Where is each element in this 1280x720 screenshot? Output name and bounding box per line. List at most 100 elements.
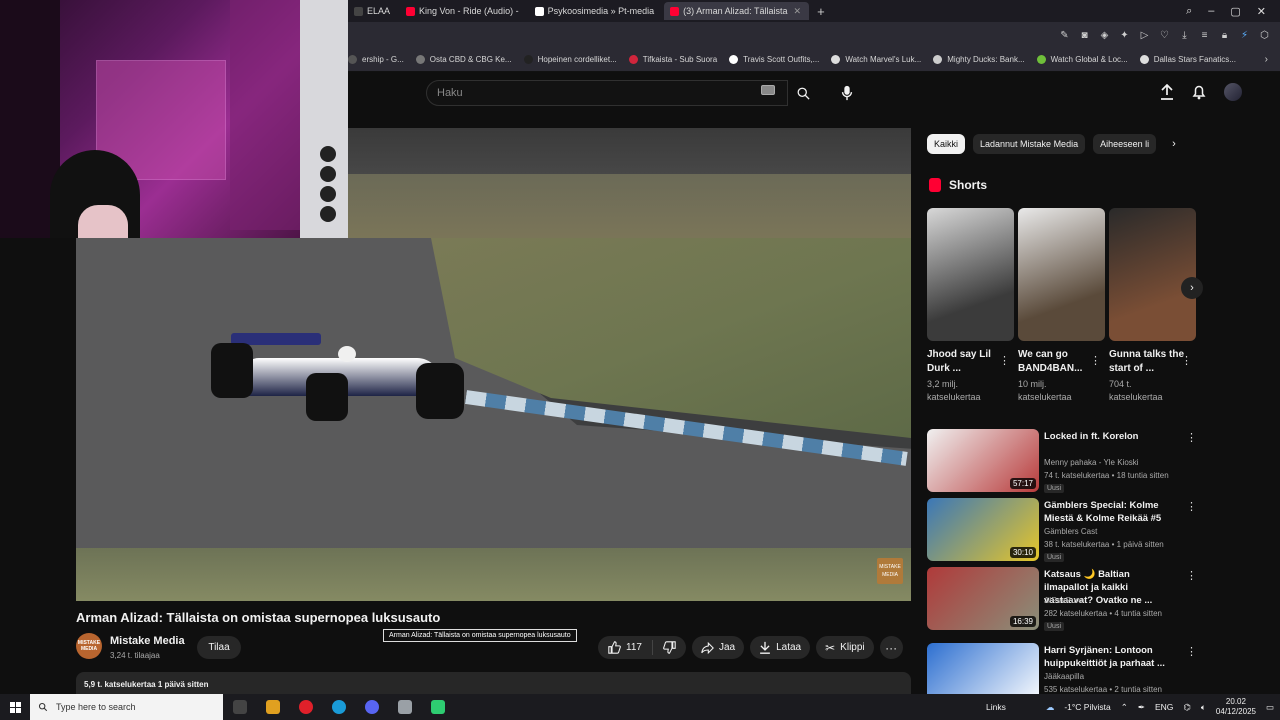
taskbar-search[interactable]: Type here to search: [30, 694, 223, 720]
upload-icon[interactable]: [1160, 84, 1174, 100]
language-indicator[interactable]: ENG: [1155, 702, 1173, 712]
bookmark-item[interactable]: Tifkaista - Sub Suora: [628, 55, 717, 64]
video-thumbnail[interactable]: 57:17: [927, 429, 1039, 492]
short-more-icon[interactable]: ⋮: [1181, 354, 1192, 367]
chips-next-icon[interactable]: ›: [1172, 138, 1176, 150]
taskbar-app-task-view[interactable]: [223, 694, 256, 720]
close-tab-icon[interactable]: ✕: [794, 6, 802, 17]
lock-icon[interactable]: 🔒︎: [1219, 30, 1230, 41]
channel-watermark[interactable]: MISTAKE MEDIA: [877, 558, 903, 584]
short-thumbnail[interactable]: [927, 208, 1014, 341]
channel-name[interactable]: Jääkaapilla: [1044, 672, 1084, 681]
close-window-icon[interactable]: ✕: [1257, 5, 1266, 18]
filter-chip[interactable]: Aiheeseen li: [1093, 134, 1157, 154]
volume-icon[interactable]: 🔈︎: [1201, 702, 1206, 713]
more-actions-button[interactable]: ···: [879, 636, 903, 659]
recommended-video[interactable]: 16:39 Katsaus 🌙 Baltian ilmapallot ja kai…: [927, 567, 1197, 633]
network-icon[interactable]: ⌬: [1183, 702, 1190, 713]
share-button[interactable]: Jaa: [691, 636, 745, 659]
play-icon[interactable]: ▷: [1139, 30, 1150, 41]
short-title[interactable]: Jhood say Lil Durk ...: [927, 348, 1003, 376]
bookmark-item[interactable]: Hopeinen cordelliket...: [523, 55, 617, 64]
maximize-icon[interactable]: ▢: [1230, 5, 1240, 18]
video-title[interactable]: Locked in ft. Korelon: [1044, 430, 1174, 443]
menu-icon[interactable]: ≡: [1199, 30, 1210, 41]
heart-icon[interactable]: ♡: [1159, 30, 1170, 41]
short-more-icon[interactable]: ⋮: [999, 354, 1010, 367]
download-button[interactable]: Lataa: [750, 636, 811, 659]
recommended-video[interactable]: 57:17 Locked in ft. Korelon Menny pahaka -…: [927, 429, 1197, 495]
bookmark-item[interactable]: Travis Scott Outfits,...: [729, 55, 819, 64]
search-button[interactable]: [788, 80, 818, 106]
weather-text[interactable]: -1°C Pilvista: [1064, 702, 1110, 712]
shorts-next-button[interactable]: ›: [1181, 277, 1203, 299]
channel-name[interactable]: Menny pahaka - Yle Kioski: [1044, 458, 1139, 467]
bookmark-item[interactable]: Watch Marvel's Luk...: [831, 55, 921, 64]
like-button[interactable]: 117: [598, 640, 653, 655]
channel-avatar[interactable]: MISTAKE MEDIA: [76, 633, 102, 659]
extension-icon[interactable]: ✦: [1119, 30, 1130, 41]
video-title[interactable]: Harri Syrjänen: Lontoon huippukeittiöt j…: [1044, 644, 1174, 670]
search-input[interactable]: Haku: [426, 80, 788, 106]
filter-chip[interactable]: Ladannut Mistake Media: [973, 134, 1086, 154]
pen-icon[interactable]: ✒︎: [1138, 702, 1145, 713]
short-card[interactable]: We can go BAND4BAN... 10 milj. katseluker…: [1018, 208, 1105, 404]
browser-tab[interactable]: Psykoosimedia » Pt-media: [529, 2, 663, 20]
taskbar-app-edge[interactable]: [322, 694, 355, 720]
video-thumbnail[interactable]: 30:10: [927, 498, 1039, 561]
settings-icon[interactable]: ⬡: [1259, 30, 1270, 41]
system-clock[interactable]: 20.02 04/12/2025: [1216, 697, 1256, 717]
video-more-icon[interactable]: ⋮: [1186, 431, 1197, 444]
channel-name[interactable]: Mistake Media: [110, 635, 185, 647]
video-more-icon[interactable]: ⋮: [1186, 569, 1197, 582]
video-title[interactable]: Gämblers Special: Kolme Miestä & Kolme R…: [1044, 499, 1174, 525]
short-thumbnail[interactable]: [1109, 208, 1196, 341]
camera-icon[interactable]: ◙: [1079, 30, 1090, 41]
channel-name[interactable]: Gämblers Cast: [1044, 527, 1097, 536]
start-button[interactable]: [0, 694, 30, 720]
short-title[interactable]: We can go BAND4BAN...: [1018, 348, 1094, 376]
bookmark-item[interactable]: Watch Global & Loc...: [1036, 55, 1128, 64]
links-toolbar[interactable]: Links: [986, 702, 1006, 712]
subscribe-button[interactable]: Tilaa: [197, 636, 241, 659]
video-more-icon[interactable]: ⋮: [1186, 500, 1197, 513]
bookmark-item[interactable]: ership - G...: [348, 55, 404, 64]
chevron-up-icon[interactable]: ⌃: [1121, 702, 1128, 713]
shield-icon[interactable]: ◈: [1099, 30, 1110, 41]
download-icon[interactable]: ⤓: [1179, 30, 1190, 41]
video-more-icon[interactable]: ⋮: [1186, 645, 1197, 658]
bookmarks-more-icon[interactable]: ›: [1265, 54, 1268, 65]
short-card[interactable]: Gunna talks the start of ... 704 t. katse…: [1109, 208, 1196, 404]
dislike-button[interactable]: [653, 641, 686, 654]
new-tab-button[interactable]: +: [811, 4, 831, 19]
keyboard-icon[interactable]: [761, 85, 775, 95]
browser-tab[interactable]: ELAA: [348, 2, 398, 20]
bookmark-item[interactable]: Osta CBD & CBG Ke...: [415, 55, 512, 64]
account-avatar[interactable]: [1224, 83, 1242, 101]
browser-tab[interactable]: (3) Arman Alizad: Tällaista ✕: [664, 2, 810, 20]
voice-search-button[interactable]: [834, 80, 860, 106]
bookmark-item[interactable]: Dallas Stars Fanatics...: [1139, 55, 1236, 64]
taskbar-app-multicolor-app[interactable]: [256, 694, 289, 720]
short-title[interactable]: Gunna talks the start of ...: [1109, 348, 1185, 376]
browser-tab[interactable]: King Von - Ride (Audio) -: [400, 2, 527, 20]
minimize-icon[interactable]: –: [1208, 5, 1214, 17]
recommended-video[interactable]: 30:10 Gämblers Special: Kolme Miestä & Ko…: [927, 498, 1197, 564]
aria-icon[interactable]: ⚡︎: [1239, 30, 1250, 41]
clip-button[interactable]: ✂︎ Klippi: [816, 636, 874, 659]
short-card[interactable]: Jhood say Lil Durk ... 3,2 milj. katseluk…: [927, 208, 1014, 404]
notification-center-icon[interactable]: ▭: [1266, 702, 1274, 713]
notifications-icon[interactable]: [1192, 84, 1206, 100]
video-thumbnail[interactable]: 16:39: [927, 567, 1039, 630]
filter-chip[interactable]: Kaikki: [927, 134, 966, 154]
edit-icon[interactable]: ✎: [1059, 30, 1070, 41]
taskbar-app-shield-app[interactable]: [388, 694, 421, 720]
short-thumbnail[interactable]: [1018, 208, 1105, 341]
search-tabs-icon[interactable]: ⌕: [1186, 5, 1192, 18]
taskbar-app-opera[interactable]: [289, 694, 322, 720]
taskbar-app-green-app[interactable]: [421, 694, 454, 720]
short-more-icon[interactable]: ⋮: [1090, 354, 1101, 367]
bookmark-item[interactable]: Mighty Ducks: Bank...: [933, 55, 1025, 64]
channel-name[interactable]: JiiPeePuro: [1044, 596, 1083, 605]
taskbar-app-discord[interactable]: [355, 694, 388, 720]
